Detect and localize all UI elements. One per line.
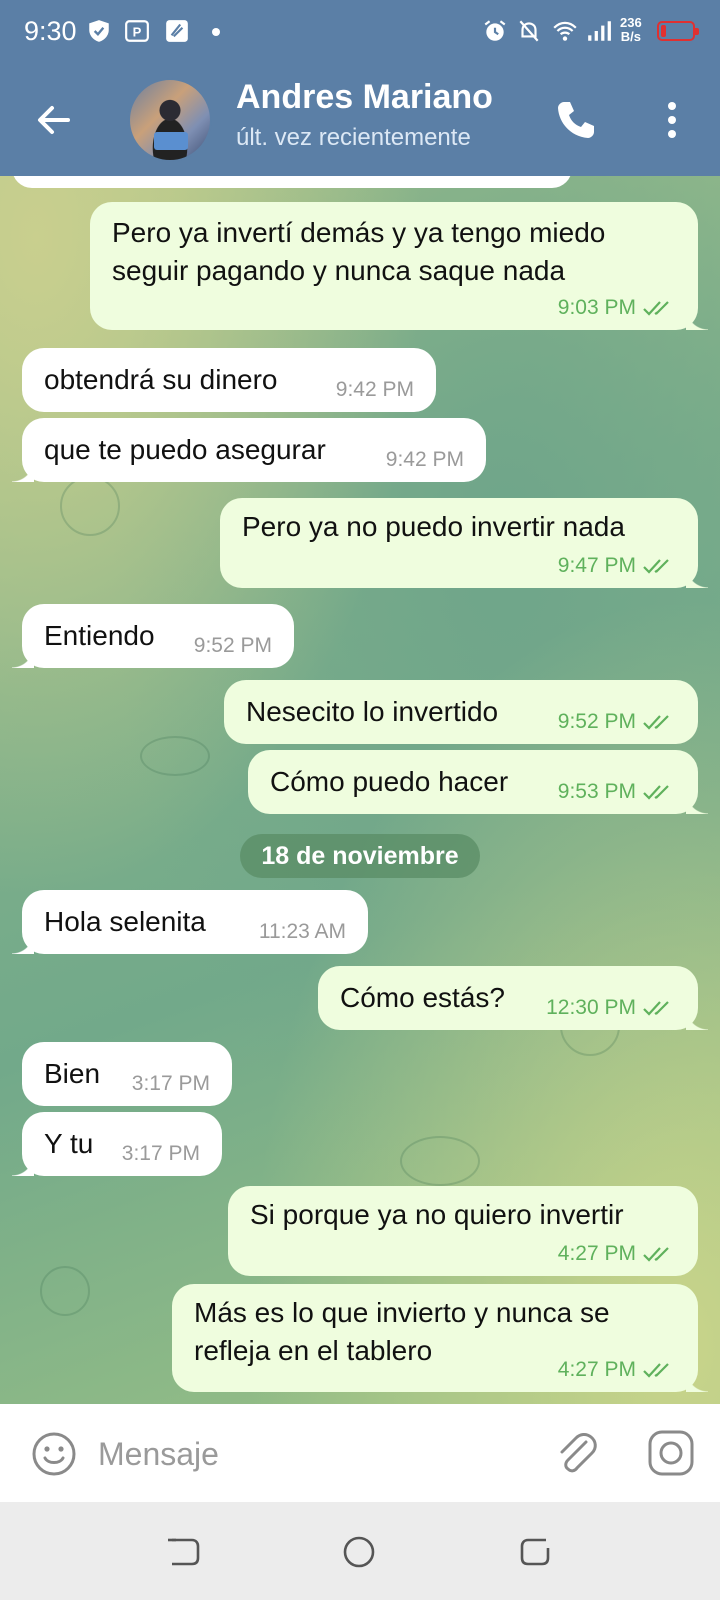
document-icon (166, 20, 188, 42)
camera-icon[interactable] (646, 1428, 696, 1478)
message-outgoing[interactable]: Cómo puedo hacer 9:53 PM (248, 750, 708, 814)
message-outgoing[interactable]: Pero ya no puedo invertir nada 9:47 PM (220, 498, 708, 588)
nav-recent-icon[interactable] (518, 1536, 552, 1568)
svg-text:P: P (133, 24, 142, 39)
status-time: 9:30 (24, 16, 77, 46)
back-arrow-icon[interactable] (28, 94, 80, 146)
nav-home-icon[interactable] (342, 1535, 376, 1569)
message-meta: 4:27 PM (558, 1242, 676, 1266)
message-outgoing[interactable]: Nesecito lo invertido 9:52 PM (224, 680, 698, 744)
chat-area[interactable]: Pero ya invertí demás y ya tengo miedo s… (0, 176, 720, 1404)
more-vertical-icon[interactable] (650, 96, 694, 144)
message-incoming[interactable]: Entiendo 9:52 PM (12, 604, 294, 668)
message-composer (0, 1404, 720, 1502)
message-incoming[interactable]: que te puedo asegurar 9:42 PM (12, 418, 486, 482)
message-time: 9:52 PM (557, 710, 636, 733)
message-text: Si porque ya no quiero invertir (250, 1199, 624, 1230)
avatar[interactable] (128, 78, 212, 162)
date-separator: 18 de noviembre (240, 834, 480, 878)
message-meta: 9:03 PM (558, 296, 676, 320)
phone-icon[interactable] (552, 96, 600, 144)
message-time: 3:17 PM (121, 1142, 200, 1165)
double-check-icon (643, 559, 669, 575)
notification-dot (212, 28, 220, 36)
wallpaper-doodle (60, 476, 120, 536)
message-meta: 9:47 PM (558, 554, 676, 578)
message-time: 9:03 PM (557, 296, 636, 319)
message-time: 9:52 PM (193, 634, 272, 657)
message-meta: 9:53 PM (558, 780, 676, 804)
network-speed: 236 B/s (620, 16, 642, 44)
message-incoming[interactable]: obtendrá su dinero 9:42 PM (22, 348, 436, 412)
message-meta: 12:30 PM (546, 996, 676, 1020)
status-bar: 9:30 P 236 B/s (0, 0, 720, 64)
nav-back-icon[interactable] (166, 1536, 200, 1568)
network-speed-unit: B/s (620, 29, 641, 44)
double-check-icon (643, 785, 669, 801)
message-meta: 9:52 PM (558, 710, 676, 734)
message-time: 12:30 PM (546, 996, 636, 1019)
double-check-icon (643, 715, 669, 731)
wallpaper-doodle (140, 736, 210, 776)
message-outgoing[interactable]: Pero ya invertí demás y ya tengo miedo s… (90, 202, 708, 330)
message-outgoing[interactable]: Si porque ya no quiero invertir 4:27 PM (228, 1186, 698, 1276)
double-check-icon (643, 1363, 669, 1379)
message-outgoing[interactable]: Cómo estás? 12:30 PM (318, 966, 708, 1030)
message-time: 4:27 PM (557, 1358, 636, 1381)
message-time: 9:42 PM (335, 378, 414, 401)
message-incoming[interactable]: Y tu 3:17 PM (12, 1112, 222, 1176)
network-speed-value: 236 (620, 15, 642, 30)
message-text: Pero ya no puedo invertir nada (242, 511, 625, 542)
message-time: 9:47 PM (557, 554, 636, 577)
message-text: Pero ya invertí demás y ya tengo miedo s… (112, 217, 606, 286)
contact-last-seen: últ. vez recientemente (236, 124, 471, 151)
shield-icon (89, 20, 109, 42)
message-incoming[interactable]: Hola selenita 11:23 AM (12, 890, 368, 954)
battery-icon (657, 21, 699, 41)
attach-icon[interactable] (552, 1428, 602, 1478)
message-outgoing[interactable]: Más es lo que invierto y nunca se reflej… (172, 1284, 708, 1392)
message-input[interactable] (98, 1428, 518, 1480)
message-time: 3:17 PM (131, 1072, 210, 1095)
double-check-icon (643, 1247, 669, 1263)
message-incoming[interactable]: Bien 3:17 PM (22, 1042, 232, 1106)
wifi-icon (553, 21, 577, 41)
chat-header: Andres Mariano últ. vez recientemente (0, 64, 720, 176)
emoji-icon[interactable] (30, 1430, 78, 1478)
message-time: 11:23 AM (258, 920, 346, 943)
message-bubble-clipped[interactable] (12, 176, 572, 188)
system-navigation-bar (0, 1502, 720, 1600)
wallpaper-doodle (400, 1136, 480, 1186)
signal-icon (588, 21, 611, 41)
message-time: 9:42 PM (385, 448, 464, 471)
double-check-icon (643, 301, 669, 317)
message-meta: 4:27 PM (558, 1358, 676, 1382)
message-time: 4:27 PM (557, 1242, 636, 1265)
message-time: 9:53 PM (557, 780, 636, 803)
double-check-icon (643, 1001, 669, 1017)
alarm-icon (484, 20, 506, 41)
wallpaper-doodle (40, 1266, 90, 1316)
app-notification-icon: P (125, 20, 149, 42)
mute-bell-icon (519, 20, 539, 42)
contact-name[interactable]: Andres Mariano (236, 78, 493, 117)
